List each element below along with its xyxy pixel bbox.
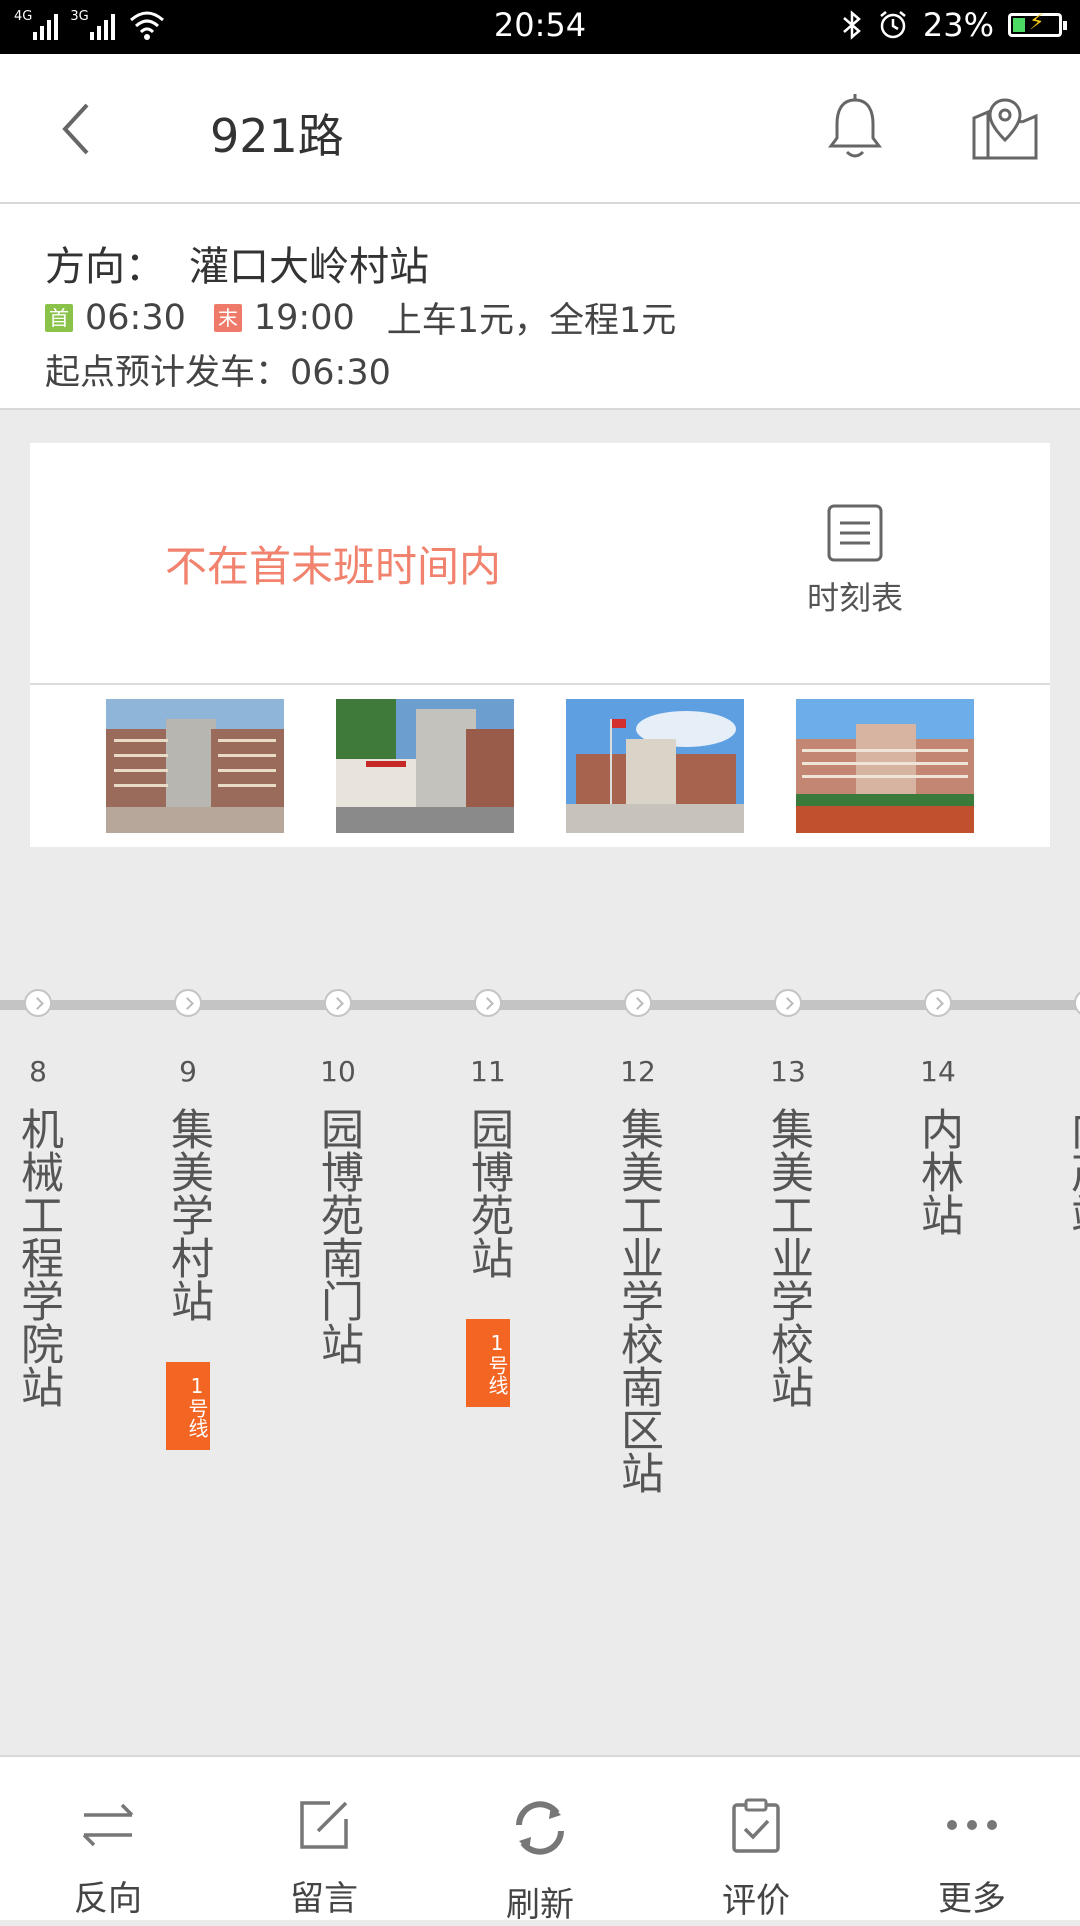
status-bar: 4G 3G 20:54 23% ⚡: [0, 0, 1080, 54]
campus-photo-1[interactable]: [106, 699, 284, 833]
stop-number: 9: [153, 1055, 223, 1107]
reverse-button[interactable]: 反向: [0, 1757, 216, 1920]
more-dots-icon: [942, 1797, 1002, 1853]
stop-node-icon[interactable]: [924, 989, 952, 1017]
route-title: 921路: [210, 100, 344, 166]
stop-number: 1: [1053, 1055, 1080, 1107]
card-divider: [30, 683, 1050, 685]
swap-arrows-icon: [78, 1797, 138, 1853]
more-label: 更多: [864, 1871, 1080, 1920]
direction: 方向： 灌口大岭村站: [45, 234, 429, 292]
stop-node-icon[interactable]: [774, 989, 802, 1017]
stop-name: 内茂站: [1060, 1107, 1080, 1236]
clipboard-check-icon: [728, 1797, 784, 1855]
stop-number: 8: [3, 1055, 73, 1107]
refresh-label: 刷新: [432, 1877, 648, 1926]
stop-name: 机械工程学院站: [10, 1107, 67, 1408]
reverse-label: 反向: [0, 1871, 216, 1920]
stop-node-icon[interactable]: [624, 989, 652, 1017]
refresh-icon: [507, 1797, 573, 1859]
route-line: [0, 1000, 1080, 1010]
service-notice: 不在首末班时间内: [165, 533, 501, 594]
bell-icon[interactable]: [825, 94, 885, 164]
campus-photo-4[interactable]: [796, 699, 974, 833]
stop-number: 14: [903, 1055, 973, 1107]
first-bus-tag: 首: [45, 304, 73, 332]
back-icon[interactable]: [55, 99, 115, 159]
direction-value: 灌口大岭村站: [189, 244, 429, 290]
stop-number: 13: [753, 1055, 823, 1107]
status-right: 23% ⚡: [841, 6, 1062, 44]
direction-label: 方向：: [45, 244, 165, 290]
last-bus-tag: 末: [214, 304, 242, 332]
schedule-label: 时刻表: [770, 573, 940, 619]
schedule-icon: [826, 503, 884, 563]
message-label: 留言: [216, 1871, 432, 1920]
stop-name: 内林站: [910, 1107, 967, 1236]
stop-name: 集美学村站: [160, 1107, 217, 1322]
metro-transfer-badge: 1号线: [166, 1362, 210, 1450]
route-info: 方向： 灌口大岭村站 首 06:30 末 19:00 上车1元，全程1元 起点预计…: [0, 204, 1080, 410]
refresh-button[interactable]: 刷新: [432, 1757, 648, 1920]
schedule-button[interactable]: 时刻表: [770, 503, 940, 619]
message-button[interactable]: 留言: [216, 1757, 432, 1920]
metro-transfer-badge: 1号线: [466, 1319, 510, 1407]
stop-item[interactable]: 14内林站: [903, 1055, 973, 1236]
app-header: 921路: [0, 54, 1080, 204]
rate-button[interactable]: 评价: [648, 1757, 864, 1920]
bluetooth-icon: [841, 9, 863, 41]
stop-node-icon[interactable]: [174, 989, 202, 1017]
stop-node-icon[interactable]: [474, 989, 502, 1017]
stop-item[interactable]: 9集美学村站 1号线: [153, 1055, 223, 1450]
stop-name: 园博苑南门站: [310, 1107, 367, 1365]
photo-strip: [106, 699, 974, 833]
stop-item[interactable]: 12集美工业学校南区站: [603, 1055, 673, 1494]
campus-photo-3[interactable]: [566, 699, 744, 833]
stop-number: 10: [303, 1055, 373, 1107]
campus-photo-2[interactable]: [336, 699, 514, 833]
stop-number: 12: [603, 1055, 673, 1107]
last-bus-time: 19:00: [254, 298, 355, 338]
service-times: 首 06:30 末 19:00 上车1元，全程1元: [45, 292, 676, 343]
stop-item[interactable]: 1内茂站: [1053, 1055, 1080, 1236]
stop-name: 集美工业学校南区站: [610, 1107, 667, 1494]
battery-percent: 23%: [923, 6, 994, 44]
status-card: 不在首末班时间内 时刻表: [30, 443, 1050, 847]
stop-name: 园博苑站: [460, 1107, 517, 1279]
stop-item[interactable]: 11园博苑站 1号线: [453, 1055, 523, 1407]
fare-info: 上车1元，全程1元: [387, 292, 677, 343]
more-button[interactable]: 更多: [864, 1757, 1080, 1920]
stop-item[interactable]: 13集美工业学校站: [753, 1055, 823, 1408]
first-bus-time: 06:30: [85, 298, 186, 338]
rate-label: 评价: [648, 1873, 864, 1922]
bottom-nav: 反向 留言 刷新 评价 更多: [0, 1755, 1080, 1920]
alarm-icon: [877, 9, 909, 41]
stop-node-icon[interactable]: [1074, 989, 1080, 1017]
stop-number: 11: [453, 1055, 523, 1107]
stop-item[interactable]: 8机械工程学院站: [3, 1055, 73, 1408]
stop-item[interactable]: 10园博苑南门站: [303, 1055, 373, 1365]
stop-node-icon[interactable]: [24, 989, 52, 1017]
stop-node-icon[interactable]: [324, 989, 352, 1017]
stop-name: 集美工业学校站: [760, 1107, 817, 1408]
edit-note-icon: [294, 1797, 354, 1853]
departure-estimate: 起点预计发车：06:30: [45, 344, 391, 395]
map-location-icon[interactable]: [970, 96, 1040, 162]
battery-icon: ⚡: [1008, 13, 1062, 37]
